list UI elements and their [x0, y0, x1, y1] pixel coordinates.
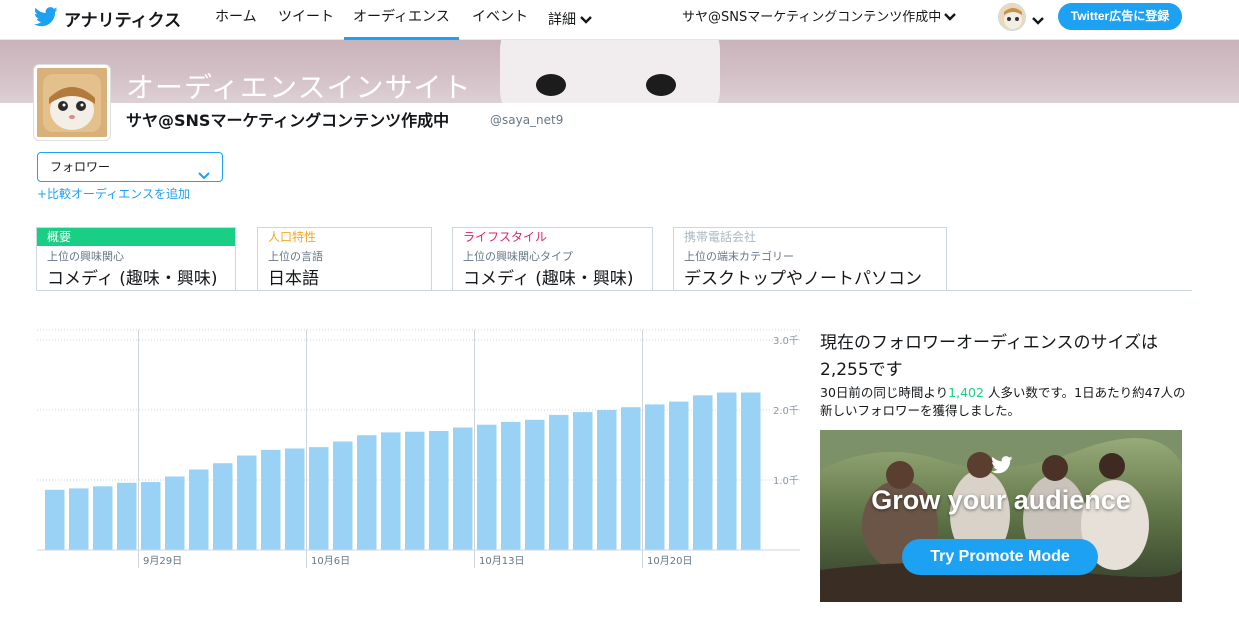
- new-followers-count: 1,402: [948, 385, 984, 400]
- page-title: オーディエンスインサイト: [126, 71, 472, 104]
- chart-bar[interactable]: [285, 448, 305, 551]
- chart-bar[interactable]: [477, 424, 497, 550]
- chart-bar[interactable]: [381, 432, 401, 550]
- profile-picture: [34, 65, 110, 140]
- tab-subtitle: 上位の言語: [268, 250, 323, 263]
- chevron-down-icon: [944, 1, 957, 35]
- chevron-down-icon: [580, 3, 592, 37]
- banner-eye: [536, 74, 566, 96]
- top-nav: アナリティクス ホーム ツイート オーディエンス イベント 詳細 サヤ@SNSマ…: [0, 0, 1239, 602]
- twitter-ads-signup-button[interactable]: Twitter広告に登録: [1058, 3, 1182, 30]
- chart-bar[interactable]: [261, 449, 281, 550]
- chart-bar[interactable]: [69, 488, 89, 550]
- nav-events[interactable]: イベント: [472, 0, 528, 40]
- tab-demographics[interactable]: 人口特性 上位の言語 日本語: [257, 227, 432, 291]
- tab-subtitle: 上位の端末カテゴリー: [684, 250, 794, 263]
- chevron-down-icon[interactable]: [1032, 10, 1044, 29]
- chart-bar[interactable]: [549, 414, 569, 550]
- try-promote-mode-button[interactable]: Try Promote Mode: [902, 539, 1098, 575]
- nav-audience[interactable]: オーディエンス: [344, 0, 459, 40]
- audience-dropdown[interactable]: フォロワー: [37, 152, 223, 182]
- account-name: サヤ@SNSマーケティングコンテンツ作成中: [682, 10, 942, 25]
- chart-bar[interactable]: [693, 395, 713, 550]
- x-tick-label: 10月20日: [647, 555, 692, 567]
- promo-headline: Grow your audience: [871, 485, 1131, 515]
- chart-bar[interactable]: [525, 419, 545, 550]
- banner-eye: [646, 74, 676, 96]
- analytics-logo[interactable]: アナリティクス: [34, 6, 181, 31]
- audience-selected: フォロワー: [50, 160, 111, 174]
- chart-bar[interactable]: [213, 463, 233, 550]
- twitter-bird-icon: [34, 6, 58, 31]
- chart-bar[interactable]: [141, 482, 161, 550]
- tab-category: 携帯電話会社: [684, 230, 757, 244]
- tab-value: 日本語: [268, 269, 319, 289]
- chart-bar[interactable]: [357, 435, 377, 550]
- tab-category: 人口特性: [268, 230, 317, 244]
- chart-bar[interactable]: [117, 482, 137, 550]
- chart-bar[interactable]: [45, 489, 65, 550]
- chart-bar[interactable]: [237, 455, 257, 551]
- tab-category: ライフスタイル: [463, 230, 548, 244]
- chart-bar[interactable]: [741, 392, 761, 551]
- chart-bar[interactable]: [405, 431, 425, 550]
- tab-subtitle: 上位の興味関心: [47, 250, 124, 263]
- y-tick-label: 1.0千: [773, 475, 799, 487]
- chart-bar[interactable]: [309, 447, 329, 550]
- chart-bar[interactable]: [333, 441, 353, 551]
- nav-more[interactable]: 詳細: [548, 0, 592, 40]
- nav-tweets[interactable]: ツイート: [278, 0, 334, 40]
- tab-lifestyle[interactable]: ライフスタイル 上位の興味関心タイプ コメディ (趣味・興味): [452, 227, 653, 291]
- x-tick-label: 10月6日: [311, 555, 350, 567]
- desc-before: 30日前の同じ時間より: [820, 385, 949, 400]
- tab-value: コメディ (趣味・興味): [47, 269, 218, 289]
- chart-bar[interactable]: [189, 469, 209, 551]
- audience-size-summary: 現在のフォロワーオーディエンスのサイズは 2,255です: [820, 333, 1158, 380]
- chevron-down-icon: [198, 162, 210, 190]
- x-tick-label: 10月13日: [479, 555, 524, 567]
- y-tick-label: 2.0千: [773, 405, 799, 417]
- chart-bar[interactable]: [621, 407, 641, 550]
- chart-bar[interactable]: [453, 427, 473, 551]
- nav-more-label: 詳細: [548, 12, 576, 28]
- chart-bar[interactable]: [93, 486, 113, 550]
- tab-overview[interactable]: 概要 上位の興味関心 コメディ (趣味・興味): [36, 227, 236, 291]
- chart-bar[interactable]: [501, 421, 521, 550]
- tab-subtitle: 上位の興味関心タイプ: [463, 250, 573, 263]
- chart-bar[interactable]: [645, 404, 665, 550]
- tab-value: デスクトップやノートパソコン: [684, 269, 922, 289]
- chart-bar[interactable]: [669, 401, 689, 550]
- add-comparison-audience-link[interactable]: +比較オーディエンスを追加: [37, 185, 190, 202]
- twitter-bird-icon: [991, 456, 1013, 478]
- y-tick-label: 3.0千: [773, 335, 799, 347]
- profile-name: サヤ@SNSマーケティングコンテンツ作成中: [126, 111, 450, 130]
- follower-growth-chart: 1.0千 2.0千 3.0千 9月29日 10月6日 10月13日 10月20日: [37, 329, 800, 568]
- x-tick-label: 9月29日: [143, 555, 182, 567]
- chart-bar[interactable]: [429, 431, 449, 550]
- profile-handle: @saya_net9: [490, 113, 564, 127]
- tab-value: コメディ (趣味・興味): [463, 269, 634, 289]
- avatar[interactable]: [998, 3, 1026, 31]
- app-title: アナリティクス: [64, 11, 182, 31]
- tabs-divider: [37, 290, 1192, 291]
- tab-mobile-carrier[interactable]: 携帯電話会社 上位の端末カテゴリー デスクトップやノートパソコン: [673, 227, 947, 291]
- chart-bar[interactable]: [573, 412, 593, 550]
- audience-growth-description: 30日前の同じ時間より1,402 人多い数です。1日あたり約47人の新しいフォロ…: [820, 384, 1190, 420]
- account-switcher[interactable]: サヤ@SNSマーケティングコンテンツ作成中: [682, 0, 957, 36]
- tab-category: 概要: [37, 228, 235, 246]
- promote-mode-ad[interactable]: Grow your audience Try Promote Mode: [820, 430, 1182, 602]
- nav-home[interactable]: ホーム: [215, 0, 257, 40]
- banner-image: [500, 40, 720, 103]
- chart-bar[interactable]: [597, 410, 617, 550]
- chart-bar[interactable]: [717, 392, 737, 551]
- chart-bar[interactable]: [165, 476, 185, 551]
